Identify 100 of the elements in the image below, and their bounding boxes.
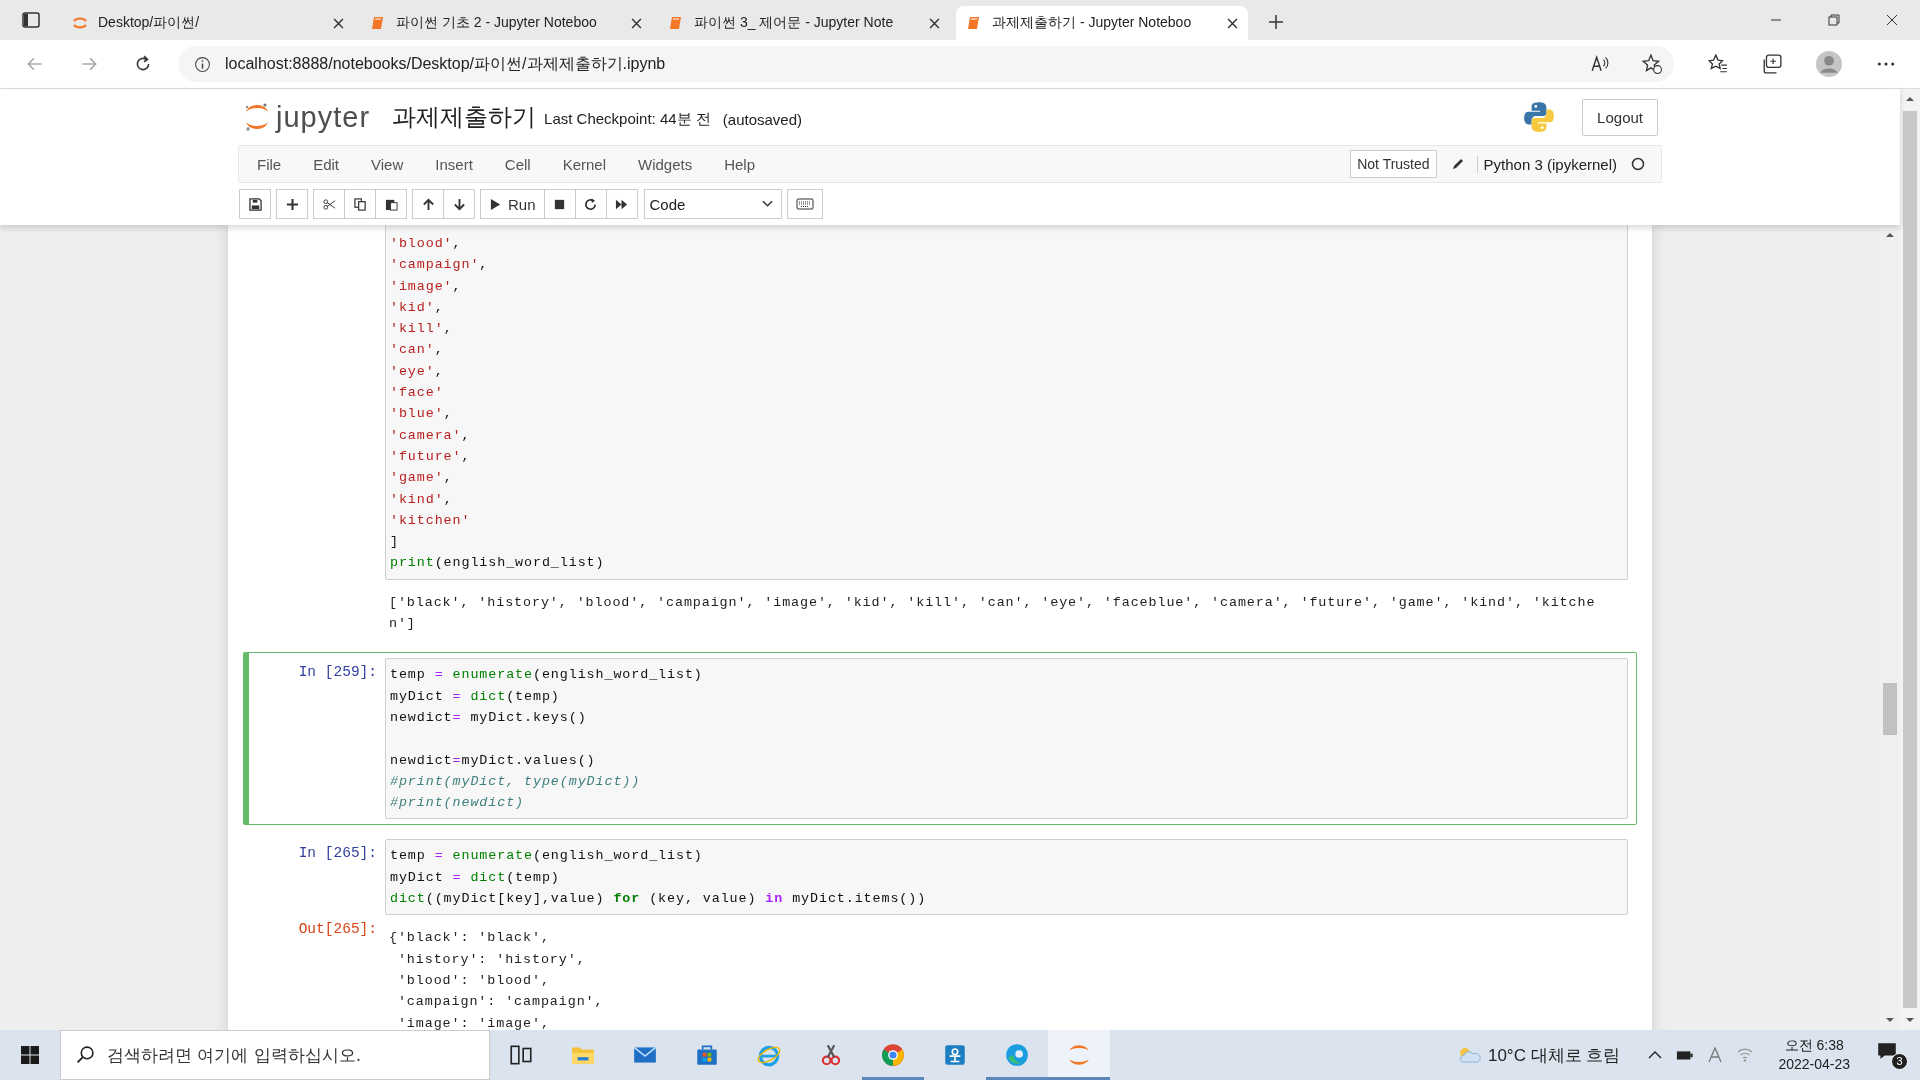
browser-tab[interactable]: 파이썬 기초 2 - Jupyter Noteboo [360, 6, 652, 40]
windows-start-icon[interactable] [20, 1045, 40, 1065]
copy-button[interactable] [344, 189, 376, 219]
output-line: 'history': 'history', [396, 950, 587, 969]
notebook-title[interactable]: 과제제출하기 [392, 101, 537, 133]
move-down-button[interactable] [443, 189, 475, 219]
browser-tab[interactable]: 파이썬 3_ 제어문 - Jupyter Note [658, 6, 950, 40]
output-line: 'blood': 'blood', [396, 971, 551, 990]
weather-text[interactable]: 10°C 대체로 흐림 [1487, 1043, 1621, 1067]
arrow-up-icon [421, 197, 435, 211]
menu-item[interactable]: Kernel [548, 155, 620, 173]
close-icon[interactable] [1886, 14, 1898, 26]
trust-button[interactable]: Not Trusted [1350, 150, 1437, 178]
menu-item[interactable]: Cell [490, 155, 545, 173]
input-prompt: In [265]: [298, 845, 377, 862]
clock-date[interactable]: 2022-04-23 [1778, 1055, 1850, 1074]
code-line: 'future', [390, 447, 472, 466]
output-line: 'campaign': 'campaign', [396, 993, 605, 1012]
address-field[interactable]: localhost:8888/notebooks/Desktop/파이썬/과제제출하기.ipynb [178, 46, 1674, 82]
cut-button[interactable] [313, 189, 345, 219]
checkpoint-text: Last Checkpoint: 44분 전 [544, 109, 711, 129]
code-line: 'blue', [390, 405, 454, 424]
code-line: 'kind', [390, 490, 454, 509]
run-all-button[interactable] [605, 189, 638, 219]
code-editor[interactable]: temp = enumerate(english_word_list) myDict = dict(temp) newdict= myDict.keys() newdict=myDict.values() #print(myDict, type(myDict)) #print(newdict) [385, 658, 1628, 820]
kernel-name[interactable]: Python 3 (ipykernel) [1476, 155, 1617, 173]
arrow-down-icon [452, 197, 466, 211]
shopping-bag-icon [694, 1042, 720, 1068]
menu-item[interactable]: View [357, 155, 418, 173]
paste-button[interactable] [375, 189, 407, 219]
add-favorite-icon[interactable] [1642, 54, 1662, 74]
code-line: 'face' [390, 384, 445, 403]
code-line: 'can', [390, 341, 445, 360]
close-icon[interactable] [1227, 17, 1238, 29]
scrollbar-thumb[interactable] [1903, 111, 1917, 1008]
output-prompt: Out[265]: [298, 921, 377, 938]
caret-icon [761, 200, 773, 208]
menu-item[interactable]: Help [710, 155, 770, 173]
menu-item[interactable]: File [243, 155, 296, 173]
sidebar-icon[interactable] [22, 12, 40, 28]
close-icon[interactable] [929, 17, 940, 29]
paste-icon [384, 197, 398, 211]
code-line: #print(myDict, type(myDict)) [390, 772, 642, 791]
code-line: newdict= myDict.keys() [390, 708, 588, 727]
output-line: 'image': 'image', [396, 1014, 551, 1030]
output-line: ['black', 'history', 'blood', 'campaign', 'image', 'kid', 'kill', 'can', 'eye', 'faceblue', 'camera', 'future', 'game', 'kind', 'kitche [389, 593, 1597, 612]
move-up-button[interactable] [412, 189, 444, 219]
read-aloud-icon[interactable] [1590, 54, 1610, 74]
code-cell[interactable]: In [259]: temp = enumerate(english_word_list) myDict = dict(temp) newdict= myDict.keys() newdict=myDict.values() #print(myDict, type(myDict)) #print(newdict) [243, 652, 1637, 826]
logout-button[interactable]: Logout [1582, 98, 1658, 136]
run-button[interactable]: Run [480, 189, 545, 219]
menu-item[interactable]: Edit [299, 155, 354, 173]
scrollbar[interactable] [1900, 89, 1920, 1030]
avatar-icon[interactable] [1816, 51, 1842, 77]
menu-item[interactable]: Widgets [624, 155, 707, 173]
save-button[interactable] [239, 189, 271, 219]
pencil-icon[interactable] [1450, 157, 1465, 171]
browser-tab[interactable]: 과제제출하기 - Jupyter Noteboo [956, 6, 1248, 40]
code-line: dict((myDict[key],value) for (key, value) in myDict.items()) [390, 890, 928, 908]
keyboard-icon [795, 198, 814, 210]
logo[interactable]: jupyter [244, 100, 371, 134]
browser-tab[interactable]: Desktop/파이썬/ [62, 6, 354, 40]
scroll-up-icon[interactable] [1905, 94, 1915, 104]
keyboard-button[interactable] [786, 189, 823, 219]
code-line: 'kill', [390, 320, 454, 339]
reload-icon[interactable] [134, 55, 152, 73]
code-line: 'kitchen' [390, 511, 472, 530]
new-tab-icon[interactable] [1268, 14, 1284, 30]
book-icon [966, 15, 982, 31]
menu-item[interactable]: Insert [421, 155, 487, 173]
play-icon [489, 197, 502, 211]
cell-type-select[interactable]: Code [643, 189, 782, 219]
notifications-button[interactable]: 3 [1876, 1040, 1908, 1070]
code-line: temp = enumerate(english_word_list) [390, 666, 704, 685]
save-icon [248, 197, 262, 211]
code-line: myDict = dict(temp) [390, 868, 561, 887]
code-line: print(english_word_list) [390, 554, 606, 573]
scrollbar-thumb[interactable] [1883, 683, 1897, 735]
code-line: ] [390, 533, 400, 552]
clock-time[interactable]: 오전 6:38 [1784, 1036, 1844, 1055]
scroll-up-icon[interactable] [1885, 230, 1895, 240]
restore-icon[interactable] [1828, 14, 1840, 26]
code-editor[interactable]: 'blood', 'campaign', 'image', 'kid', 'kill', 'can', 'eye', 'face' 'blue', 'camera', 'future', 'game', 'kind', 'kitchen' ] print(english_word_list) [385, 225, 1628, 580]
search-field[interactable]: 검색하려면 여기에 입력하십시오. [60, 1030, 490, 1080]
favorites-icon[interactable] [1708, 54, 1728, 74]
code-editor[interactable]: temp = enumerate(english_word_list) myDict = dict(temp) dict((myDict[key],value) for (key, value) in myDict.items()) [385, 839, 1628, 916]
chat-icon [1876, 1040, 1898, 1062]
add-cell-button[interactable] [276, 189, 308, 219]
info-icon[interactable] [194, 55, 211, 73]
stop-button[interactable] [543, 189, 576, 219]
restart-button[interactable] [574, 189, 607, 219]
copy-icon [353, 197, 367, 211]
code-line: #print(newdict) [390, 794, 526, 813]
scissors-icon [322, 197, 336, 211]
book-icon [370, 15, 386, 31]
code-line: 'image', [390, 277, 463, 296]
book-icon [668, 15, 684, 31]
close-icon[interactable] [333, 17, 344, 29]
close-icon[interactable] [631, 17, 642, 29]
collections-icon[interactable] [1762, 54, 1782, 74]
